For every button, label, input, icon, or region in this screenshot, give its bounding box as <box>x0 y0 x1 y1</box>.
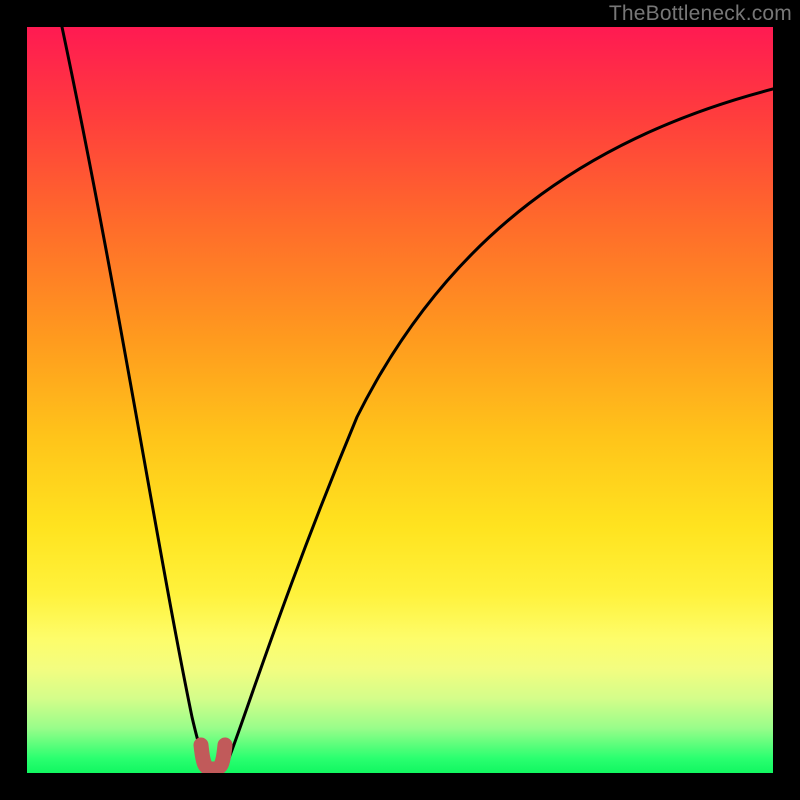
chart-frame: TheBottleneck.com <box>0 0 800 800</box>
left-falling-curve <box>62 27 207 765</box>
chart-curves-svg <box>27 27 773 773</box>
watermark-text: TheBottleneck.com <box>609 2 792 26</box>
trough-marker <box>201 745 225 769</box>
right-rising-curve <box>227 89 773 763</box>
